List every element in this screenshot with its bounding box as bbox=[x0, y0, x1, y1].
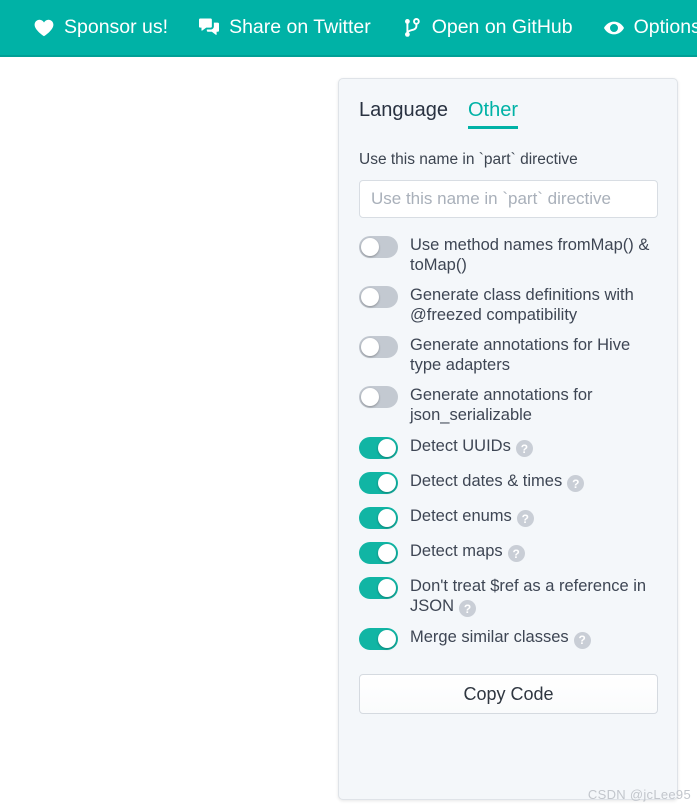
option-text-detect-uuids: Detect UUIDs bbox=[410, 436, 511, 455]
toggle-hive[interactable] bbox=[359, 336, 398, 359]
code-branch-icon bbox=[402, 17, 422, 38]
option-row-ref-reference: Don't treat $ref as a reference in JSON? bbox=[359, 575, 657, 618]
toggle-use-method-names[interactable] bbox=[359, 235, 398, 258]
copy-code-button[interactable]: Copy Code bbox=[359, 674, 658, 715]
part-directive-label: Use this name in `part` directive bbox=[359, 151, 578, 168]
top-navigation-bar: Sponsor us! Share on Twitter Open on Git… bbox=[0, 0, 697, 57]
options-link[interactable]: Options bbox=[603, 15, 697, 38]
option-label-ref-reference: Don't treat $ref as a reference in JSON? bbox=[410, 575, 657, 618]
option-row-merge-classes: Merge similar classes? bbox=[359, 626, 657, 652]
option-text-ref-reference: Don't treat $ref as a reference in JSON bbox=[410, 576, 647, 615]
option-row-detect-dates: Detect dates & times? bbox=[359, 470, 657, 496]
option-text-detect-maps: Detect maps bbox=[410, 541, 503, 560]
heart-icon bbox=[34, 18, 54, 38]
option-label-hive: Generate annotations for Hive type adapt… bbox=[410, 336, 631, 375]
option-label-freezed: Generate class definitions with @freezed… bbox=[410, 285, 634, 324]
option-label-detect-maps: Detect maps? bbox=[410, 540, 525, 563]
option-label-detect-dates: Detect dates & times? bbox=[410, 470, 585, 493]
open-on-github-link[interactable]: Open on GitHub bbox=[402, 15, 573, 38]
option-text-detect-dates: Detect dates & times bbox=[410, 471, 563, 490]
option-row-detect-enums: Detect enums? bbox=[359, 505, 657, 531]
option-row-detect-maps: Detect maps? bbox=[359, 540, 657, 566]
sponsor-us-label: Sponsor us! bbox=[64, 15, 169, 38]
help-icon[interactable]: ? bbox=[567, 475, 585, 493]
sponsor-us-link[interactable]: Sponsor us! bbox=[34, 15, 169, 38]
option-label-use-method-names: Use method names fromMap() & toMap() bbox=[410, 235, 650, 274]
options-panel: Language Other Use this name in `part` d… bbox=[338, 78, 678, 800]
tab-other[interactable]: Other bbox=[467, 99, 519, 129]
option-label-detect-uuids: Detect UUIDs? bbox=[410, 435, 533, 458]
toggle-freezed[interactable] bbox=[359, 285, 398, 308]
panel-tabs: Language Other bbox=[359, 99, 657, 129]
comments-icon bbox=[199, 18, 220, 38]
tab-language[interactable]: Language bbox=[359, 99, 448, 129]
help-icon[interactable]: ? bbox=[515, 440, 533, 458]
option-row-detect-uuids: Detect UUIDs? bbox=[359, 435, 657, 461]
option-text-detect-enums: Detect enums bbox=[410, 506, 512, 525]
option-row-use-method-names: Use method names fromMap() & toMap() bbox=[359, 234, 657, 275]
help-icon[interactable]: ? bbox=[516, 510, 534, 528]
toggle-detect-enums[interactable] bbox=[359, 506, 398, 529]
share-on-twitter-link[interactable]: Share on Twitter bbox=[199, 15, 371, 38]
help-icon[interactable]: ? bbox=[573, 631, 591, 649]
toggle-detect-maps[interactable] bbox=[359, 541, 398, 564]
toggle-ref-reference[interactable] bbox=[359, 576, 398, 599]
option-text-merge-classes: Merge similar classes bbox=[410, 628, 569, 647]
options-label: Options bbox=[633, 15, 697, 38]
option-label-json-serializable: Generate annotations for json_serializab… bbox=[410, 386, 593, 425]
option-row-hive: Generate annotations for Hive type adapt… bbox=[359, 334, 657, 375]
option-label-detect-enums: Detect enums? bbox=[410, 505, 534, 528]
option-label-merge-classes: Merge similar classes? bbox=[410, 626, 591, 649]
toggle-detect-uuids[interactable] bbox=[359, 436, 398, 459]
watermark: CSDN @jcLee95 bbox=[587, 787, 691, 802]
toggle-merge-classes[interactable] bbox=[359, 628, 398, 651]
toggle-json-serializable[interactable] bbox=[359, 386, 398, 409]
help-icon[interactable]: ? bbox=[507, 545, 525, 563]
share-on-twitter-label: Share on Twitter bbox=[229, 15, 371, 38]
help-icon[interactable]: ? bbox=[459, 600, 477, 618]
open-on-github-label: Open on GitHub bbox=[431, 15, 573, 38]
options-list: Use method names fromMap() & toMap() Gen… bbox=[359, 234, 657, 653]
option-row-json-serializable: Generate annotations for json_serializab… bbox=[359, 384, 657, 425]
toggle-detect-dates[interactable] bbox=[359, 471, 398, 494]
eye-icon bbox=[603, 18, 624, 38]
part-directive-input[interactable] bbox=[359, 179, 658, 218]
option-row-freezed: Generate class definitions with @freezed… bbox=[359, 284, 657, 325]
